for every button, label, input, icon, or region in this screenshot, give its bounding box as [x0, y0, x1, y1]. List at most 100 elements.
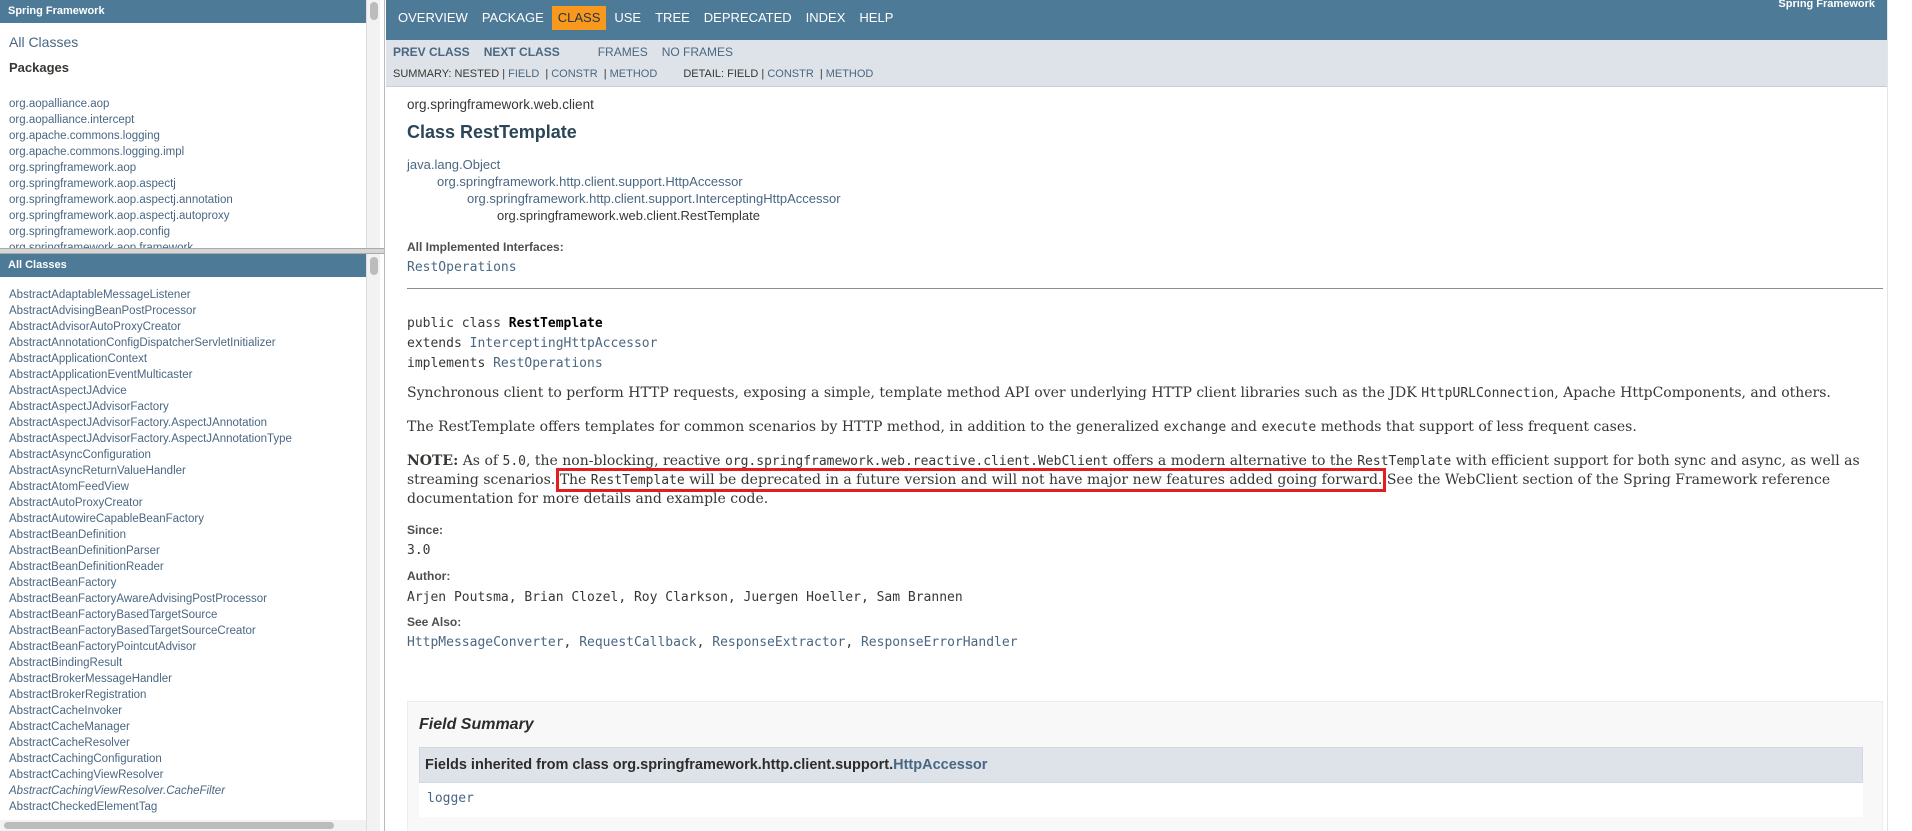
- class-link[interactable]: AbstractCacheManager: [9, 721, 130, 733]
- class-link[interactable]: AbstractAdvisingBeanPostProcessor: [9, 305, 196, 317]
- class-link[interactable]: AbstractAutoProxyCreator: [9, 497, 143, 509]
- since-label: Since:: [407, 523, 444, 537]
- fields-inherited-text: Fields inherited from class org.springfr…: [425, 757, 894, 773]
- fields-inherited-httpaccessor-link[interactable]: HttpAccessor: [893, 757, 987, 773]
- class-frame-hscroll-thumb[interactable]: [4, 822, 334, 829]
- class-title: Class RestTemplate: [407, 122, 577, 142]
- package-link[interactable]: org.springframework.aop.aspectj: [9, 178, 176, 190]
- detail-constr-link[interactable]: CONSTR: [767, 68, 813, 80]
- nav-item-tree[interactable]: TREE: [649, 6, 696, 30]
- class-link[interactable]: AbstractBeanFactoryAwareAdvisingPostProc…: [9, 593, 267, 605]
- class-list-item: AbstractCachingViewResolver: [9, 767, 357, 783]
- class-link[interactable]: AbstractAdvisorAutoProxyCreator: [9, 321, 181, 333]
- package-frame-scrollbar[interactable]: [366, 0, 380, 248]
- summary-constr-link[interactable]: CONSTR: [551, 68, 597, 80]
- frames-link[interactable]: FRAMES: [598, 45, 648, 59]
- class-link[interactable]: AbstractBeanFactoryPointcutAdvisor: [9, 641, 196, 653]
- class-link[interactable]: AbstractAsyncReturnValueHandler: [9, 465, 186, 477]
- class-link[interactable]: AbstractAnnotationConfigDispatcherServle…: [9, 337, 276, 349]
- field-summary-title: Field Summary: [419, 716, 534, 733]
- nav-item-help[interactable]: HELP: [853, 6, 899, 30]
- class-link[interactable]: AbstractBeanDefinitionReader: [9, 561, 164, 573]
- class-link[interactable]: AbstractAsyncConfiguration: [9, 449, 151, 461]
- class-link[interactable]: AbstractBeanFactory: [9, 577, 116, 589]
- nav-item-package[interactable]: PACKAGE: [476, 6, 550, 30]
- para2-code-exchange: exchange: [1163, 420, 1227, 435]
- package-link[interactable]: org.springframework.aop.aspectj.annotati…: [9, 194, 233, 206]
- see-also-list: HttpMessageConverter, RequestCallback, R…: [407, 635, 1887, 650]
- package-link[interactable]: org.springframework.aop.config: [9, 226, 170, 238]
- class-link[interactable]: AbstractAtomFeedView: [9, 481, 129, 493]
- class-link[interactable]: AbstractBrokerMessageHandler: [9, 673, 172, 685]
- implemented-interface-link[interactable]: RestOperations: [407, 260, 517, 275]
- see-also-link[interactable]: ResponseErrorHandler: [861, 635, 1018, 650]
- nav-item-overview[interactable]: OVERVIEW: [392, 6, 474, 30]
- nav-item-deprecated[interactable]: DEPRECATED: [698, 6, 798, 30]
- field-summary-section: Field Summary Fields inherited from clas…: [407, 701, 1883, 831]
- see-also-label: See Also:: [407, 615, 462, 629]
- summary-method-link[interactable]: METHOD: [610, 68, 658, 80]
- class-link[interactable]: AbstractAspectJAdvisorFactory: [9, 401, 169, 413]
- all-classes-link[interactable]: All Classes: [0, 23, 366, 54]
- field-logger-link[interactable]: logger: [427, 791, 474, 806]
- package-link[interactable]: org.springframework.aop: [9, 162, 136, 174]
- class-link[interactable]: AbstractApplicationContext: [9, 353, 147, 365]
- class-link[interactable]: AbstractCheckedElementTag: [9, 801, 157, 813]
- note-code-resttemplate: RestTemplate: [1357, 454, 1452, 469]
- see-also-link[interactable]: ResponseExtractor: [712, 635, 845, 650]
- class-link[interactable]: AbstractAspectJAdvisorFactory.AspectJAnn…: [9, 433, 292, 445]
- class-list-item: AbstractBeanFactory: [9, 575, 357, 591]
- class-link[interactable]: AbstractBrokerRegistration: [9, 689, 146, 701]
- class-link[interactable]: AbstractCacheResolver: [9, 737, 130, 749]
- package-link[interactable]: org.apache.commons.logging.impl: [9, 146, 184, 158]
- class-list-item: AbstractAspectJAdvisorFactory: [9, 399, 357, 415]
- no-frames-link[interactable]: NO FRAMES: [662, 45, 733, 59]
- class-link[interactable]: AbstractCachingViewResolver.CacheFilter: [9, 785, 225, 797]
- class-link[interactable]: AbstractBeanFactoryBasedTargetSource: [9, 609, 217, 621]
- class-link[interactable]: AbstractAdaptableMessageListener: [9, 289, 191, 301]
- class-link[interactable]: AbstractCachingConfiguration: [9, 753, 162, 765]
- note-label: NOTE:: [407, 453, 459, 469]
- class-frame-hscrollbar[interactable]: [0, 820, 366, 831]
- prev-class-link[interactable]: PREV CLASS: [393, 45, 470, 59]
- class-frame-scrollbar[interactable]: [366, 254, 380, 831]
- class-link[interactable]: AbstractAspectJAdvisorFactory.AspectJAnn…: [9, 417, 267, 429]
- detail-method-link[interactable]: METHOD: [826, 68, 874, 80]
- class-link[interactable]: AbstractAspectJAdvice: [9, 385, 127, 397]
- class-frame-scroll-thumb[interactable]: [370, 257, 378, 275]
- para1-text: Synchronous client to perform HTTP reque…: [407, 385, 1422, 401]
- inheritance-httpaccessor-link[interactable]: org.springframework.http.client.support.…: [437, 174, 743, 189]
- summary-field-link[interactable]: FIELD: [508, 68, 539, 80]
- class-link[interactable]: AbstractAutowireCapableBeanFactory: [9, 513, 204, 525]
- para2-code-execute: execute: [1261, 420, 1317, 435]
- class-frame-title: All Classes: [0, 254, 366, 277]
- package-link[interactable]: org.springframework.aop.aspectj.autoprox…: [9, 210, 230, 222]
- class-link[interactable]: AbstractCacheInvoker: [9, 705, 122, 717]
- signature-extends-link[interactable]: InterceptingHttpAccessor: [470, 336, 658, 351]
- package-link[interactable]: org.apache.commons.logging: [9, 130, 160, 142]
- class-link[interactable]: AbstractCachingViewResolver: [9, 769, 163, 781]
- inheritance-tree: java.lang.Object org.springframework.htt…: [407, 156, 1887, 224]
- inheritance-object-link[interactable]: java.lang.Object: [407, 157, 500, 172]
- class-link[interactable]: AbstractBeanDefinitionParser: [9, 545, 160, 557]
- next-class-link[interactable]: NEXT CLASS: [484, 45, 560, 59]
- nav-item-class[interactable]: CLASS: [551, 6, 607, 30]
- see-also-link[interactable]: HttpMessageConverter: [407, 635, 564, 650]
- package-frame-scroll-thumb[interactable]: [370, 2, 378, 20]
- package-link[interactable]: org.aopalliance.aop: [9, 98, 109, 110]
- see-also-link[interactable]: RequestCallback: [579, 635, 696, 650]
- package-list-item: org.apache.commons.logging: [9, 128, 357, 144]
- class-link[interactable]: AbstractBeanFactoryBasedTargetSourceCrea…: [9, 625, 256, 637]
- class-link[interactable]: AbstractBeanDefinition: [9, 529, 126, 541]
- signature-implements-link[interactable]: RestOperations: [493, 356, 603, 371]
- class-list-item: AbstractBeanFactoryAwareAdvisingPostProc…: [9, 591, 357, 607]
- inheritance-current-class: org.springframework.web.client.RestTempl…: [497, 208, 760, 223]
- class-link[interactable]: AbstractBindingResult: [9, 657, 122, 669]
- class-link[interactable]: AbstractApplicationEventMulticaster: [9, 369, 192, 381]
- nav-item-use[interactable]: USE: [608, 6, 647, 30]
- class-list-item: AbstractBeanDefinitionParser: [9, 543, 357, 559]
- inheritance-interceptinghttpaccessor-link[interactable]: org.springframework.http.client.support.…: [467, 191, 841, 206]
- package-link[interactable]: org.aopalliance.intercept: [9, 114, 134, 126]
- top-navbar: OVERVIEW PACKAGE CLASS USE TREE DEPRECATED IND…: [386, 0, 1887, 40]
- nav-item-index[interactable]: INDEX: [800, 6, 852, 30]
